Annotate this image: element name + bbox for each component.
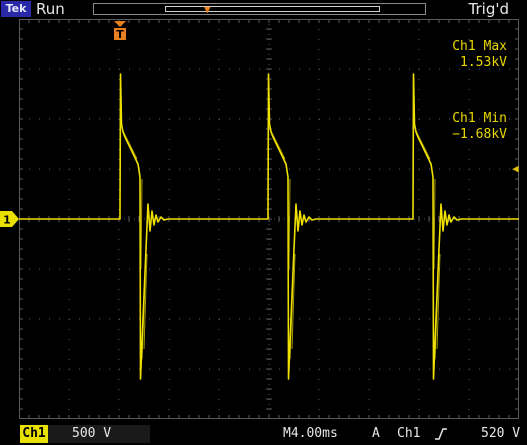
timebase[interactable]: M4.00ms xyxy=(283,425,338,443)
measurement-ch1-max: Ch1 Max 1.53kV xyxy=(452,39,507,71)
ch1-trace-persistence xyxy=(121,128,140,168)
measurement-ch1-min: Ch1 Min −1.68kV xyxy=(452,111,507,143)
brand-logo: Tek xyxy=(1,1,31,17)
measurement-label: Ch1 Max xyxy=(452,39,507,54)
measurement-value: 1.53kV xyxy=(460,55,507,70)
settings-bar: Ch1 500 V M4.00ms A Ch1 520 V xyxy=(0,423,527,445)
oscilloscope-screen: Tek Run ▼ Trig'd T 1 ◀ Ch1 Max 1.53kV Ch… xyxy=(0,0,527,445)
ch1-trace-persistence xyxy=(269,128,288,168)
trigger-position-indicator-icon: ▼ xyxy=(204,3,211,16)
record-length-bar: ▼ xyxy=(93,3,426,15)
trigger-level[interactable]: 520 V xyxy=(481,425,520,443)
channel-label: Ch1 xyxy=(20,425,48,443)
ch1-trace-persistence xyxy=(414,128,433,168)
waveform-ch1 xyxy=(19,73,519,380)
rising-edge-icon xyxy=(435,428,447,440)
ch1-trace xyxy=(19,73,519,380)
graticule xyxy=(19,19,519,419)
svg-text:1: 1 xyxy=(3,214,11,227)
run-state: Run xyxy=(36,0,65,18)
channel-scale-box[interactable]: Ch1 500 V xyxy=(20,425,150,443)
svg-text:T: T xyxy=(116,28,124,41)
trigger-point-marker-icon: T xyxy=(114,21,126,41)
trigger-level-arrow-icon: ◀ xyxy=(512,162,519,175)
record-view-window xyxy=(165,6,380,12)
measurement-label: Ch1 Min xyxy=(452,111,507,126)
status-bar: Tek Run ▼ Trig'd xyxy=(0,0,527,19)
trigger-source[interactable]: Ch1 xyxy=(397,425,420,443)
measurement-value: −1.68kV xyxy=(452,127,507,142)
trigger-status: Trig'd xyxy=(468,0,509,18)
acquisition-mode: A xyxy=(372,426,380,441)
volts-per-division: 500 V xyxy=(72,426,112,441)
channel1-ground-marker: 1 xyxy=(0,211,19,227)
